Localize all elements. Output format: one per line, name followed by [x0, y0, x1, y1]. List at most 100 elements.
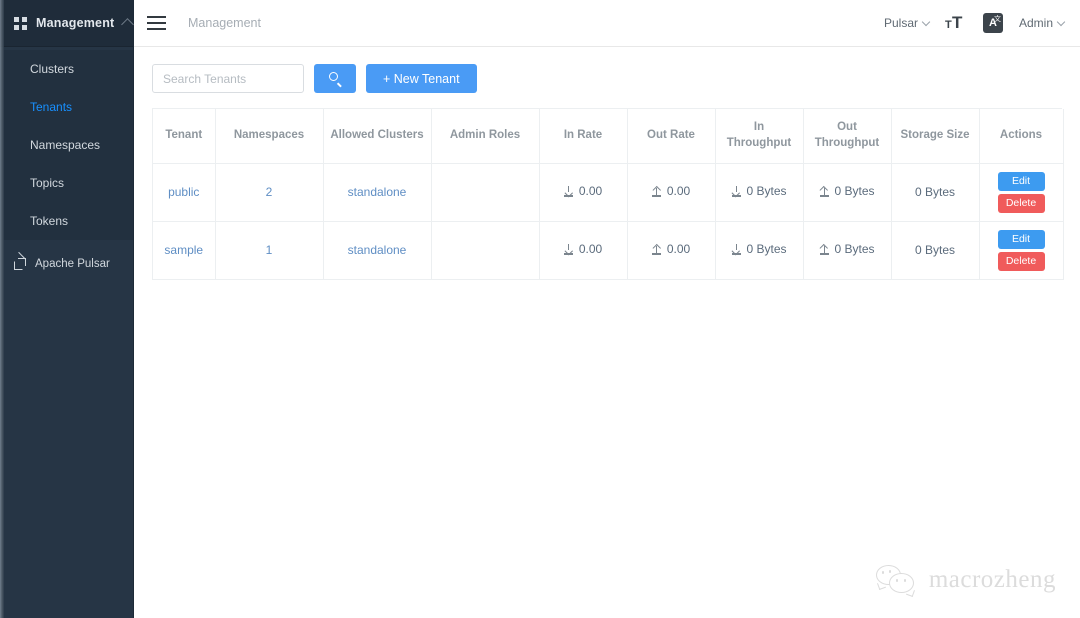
user-menu[interactable]: Admin	[1018, 16, 1066, 30]
edit-button[interactable]: Edit	[997, 171, 1045, 191]
column-header-actions: Actions	[979, 109, 1064, 164]
topbar: Management Pulsar T T A 文 Admin	[134, 0, 1080, 47]
edit-button[interactable]: Edit	[997, 229, 1045, 249]
sidebar-header[interactable]: Management	[0, 0, 135, 47]
cell-out-rate: 0.00	[627, 221, 716, 280]
sidebar-item-tenants[interactable]: Tenants	[0, 88, 133, 126]
cluster-link[interactable]: standalone	[348, 243, 407, 257]
cluster-selector-label: Pulsar	[883, 16, 918, 30]
column-header-allowed-clusters[interactable]: Allowed Clusters	[323, 109, 432, 164]
sidebar-scrollbar[interactable]	[0, 0, 4, 618]
cluster-selector[interactable]: Pulsar	[883, 16, 931, 30]
tenants-table-wrapper: Tenant Namespaces Allowed Clusters Admin…	[152, 108, 1064, 280]
search-input[interactable]	[152, 64, 304, 93]
cell-in-rate: 0.00	[539, 221, 628, 280]
cell-out-throughput: 0 Bytes	[803, 221, 892, 280]
wechat-icon	[875, 564, 916, 597]
topbar-actions: Pulsar T T A 文 Admin	[883, 13, 1066, 33]
cell-namespaces: 2	[215, 163, 324, 222]
cluster-link[interactable]: standalone	[348, 185, 407, 199]
delete-button[interactable]: Delete	[997, 193, 1045, 213]
sidebar-item-label: Tenants	[30, 100, 73, 114]
cell-actions: Edit Delete	[979, 163, 1064, 222]
upload-arrow-icon	[819, 186, 829, 197]
sidebar-item-label: Topics	[30, 176, 65, 190]
download-arrow-icon	[731, 243, 741, 255]
font-size-small-glyph: T	[944, 19, 952, 31]
cell-tenant: sample	[153, 221, 216, 280]
search-icon	[328, 72, 342, 87]
column-header-in-rate[interactable]: In Rate	[539, 109, 628, 164]
tenant-link[interactable]: public	[168, 185, 199, 199]
sidebar-footer-label: Apache Pulsar	[35, 258, 110, 270]
grid-icon	[14, 16, 27, 30]
out-rate-value: 0.00	[666, 184, 691, 199]
download-arrow-icon	[564, 185, 574, 197]
new-tenant-button[interactable]: + New Tenant	[366, 64, 477, 93]
cell-admin-roles	[431, 221, 540, 280]
watermark: macrozheng	[875, 564, 1056, 597]
toolbar: + New Tenant	[152, 64, 1060, 93]
sidebar-item-namespaces[interactable]: Namespaces	[0, 126, 133, 164]
search-button[interactable]	[314, 64, 356, 93]
table-header-row: Tenant Namespaces Allowed Clusters Admin…	[153, 109, 1064, 164]
column-header-out-throughput[interactable]: Out Throughput	[803, 109, 892, 164]
column-header-admin-roles[interactable]: Admin Roles	[431, 109, 540, 164]
upload-arrow-icon	[819, 244, 829, 255]
column-header-namespaces[interactable]: Namespaces	[215, 109, 324, 164]
content-area: + New Tenant Tenant Namespaces Allow	[134, 47, 1080, 618]
cell-in-rate: 0.00	[539, 163, 628, 222]
sidebar-item-label: Namespaces	[30, 138, 101, 152]
font-size-icon[interactable]: T T	[945, 14, 967, 32]
cell-namespaces: 1	[215, 221, 324, 280]
download-arrow-icon	[564, 243, 574, 255]
column-header-tenant[interactable]: Tenant	[153, 109, 216, 164]
chevron-up-icon[interactable]	[121, 18, 135, 31]
sidebar-item-label: Tokens	[30, 214, 69, 228]
table-row: sample 1 standalone 0.00 0.00 0 Bytes 0 …	[153, 221, 1064, 280]
cell-out-throughput: 0 Bytes	[803, 163, 892, 222]
in-throughput-value: 0 Bytes	[746, 184, 787, 199]
column-header-in-throughput[interactable]: In Throughput	[715, 109, 804, 164]
cell-storage-size: 0 Bytes	[891, 163, 980, 222]
column-header-storage-size[interactable]: Storage Size	[891, 109, 980, 164]
cell-allowed-clusters: standalone	[323, 221, 432, 280]
table-body: public 2 standalone 0.00 0.00 0 Bytes 0 …	[153, 163, 1064, 280]
sidebar-item-apache-pulsar[interactable]: Apache Pulsar	[0, 244, 133, 284]
column-header-out-rate[interactable]: Out Rate	[627, 109, 716, 164]
cell-actions: Edit Delete	[979, 221, 1064, 280]
translate-sup: 文	[993, 16, 1001, 23]
main-area: Management Pulsar T T A 文 Admin Search T…	[134, 0, 1080, 618]
in-rate-value: 0.00	[578, 184, 603, 199]
out-rate-value: 0.00	[666, 242, 691, 257]
cell-in-throughput: 0 Bytes	[715, 163, 804, 222]
cell-out-rate: 0.00	[627, 163, 716, 222]
hamburger-icon[interactable]	[147, 15, 166, 31]
chevron-down-icon	[921, 17, 931, 26]
translate-icon[interactable]: A 文	[982, 13, 1003, 33]
in-throughput-value: 0 Bytes	[746, 242, 787, 257]
sidebar: Management Clusters Tenants Namespaces T…	[0, 0, 135, 618]
sidebar-item-label: Clusters	[30, 62, 75, 76]
watermark-text: macrozheng	[928, 566, 1056, 593]
namespaces-link[interactable]: 2	[266, 185, 273, 199]
cell-storage-size: 0 Bytes	[891, 221, 980, 280]
tenant-link[interactable]: sample	[164, 243, 203, 257]
delete-button[interactable]: Delete	[997, 251, 1045, 271]
out-throughput-value: 0 Bytes	[834, 242, 875, 257]
upload-arrow-icon	[652, 186, 662, 197]
sidebar-item-tokens[interactable]: Tokens	[0, 202, 133, 240]
table-row: public 2 standalone 0.00 0.00 0 Bytes 0 …	[153, 163, 1064, 222]
cell-admin-roles	[431, 163, 540, 222]
sidebar-item-clusters[interactable]: Clusters	[0, 50, 133, 88]
upload-arrow-icon	[652, 244, 662, 255]
font-size-large-glyph: T	[951, 13, 963, 32]
external-link-icon	[14, 251, 26, 270]
chevron-down-icon	[1056, 17, 1066, 26]
namespaces-link[interactable]: 1	[266, 243, 273, 257]
download-arrow-icon	[731, 185, 741, 197]
cell-allowed-clusters: standalone	[323, 163, 432, 222]
user-menu-label: Admin	[1018, 16, 1053, 30]
sidebar-menu: Clusters Tenants Namespaces Topics Token…	[0, 47, 133, 240]
sidebar-item-topics[interactable]: Topics	[0, 164, 133, 202]
